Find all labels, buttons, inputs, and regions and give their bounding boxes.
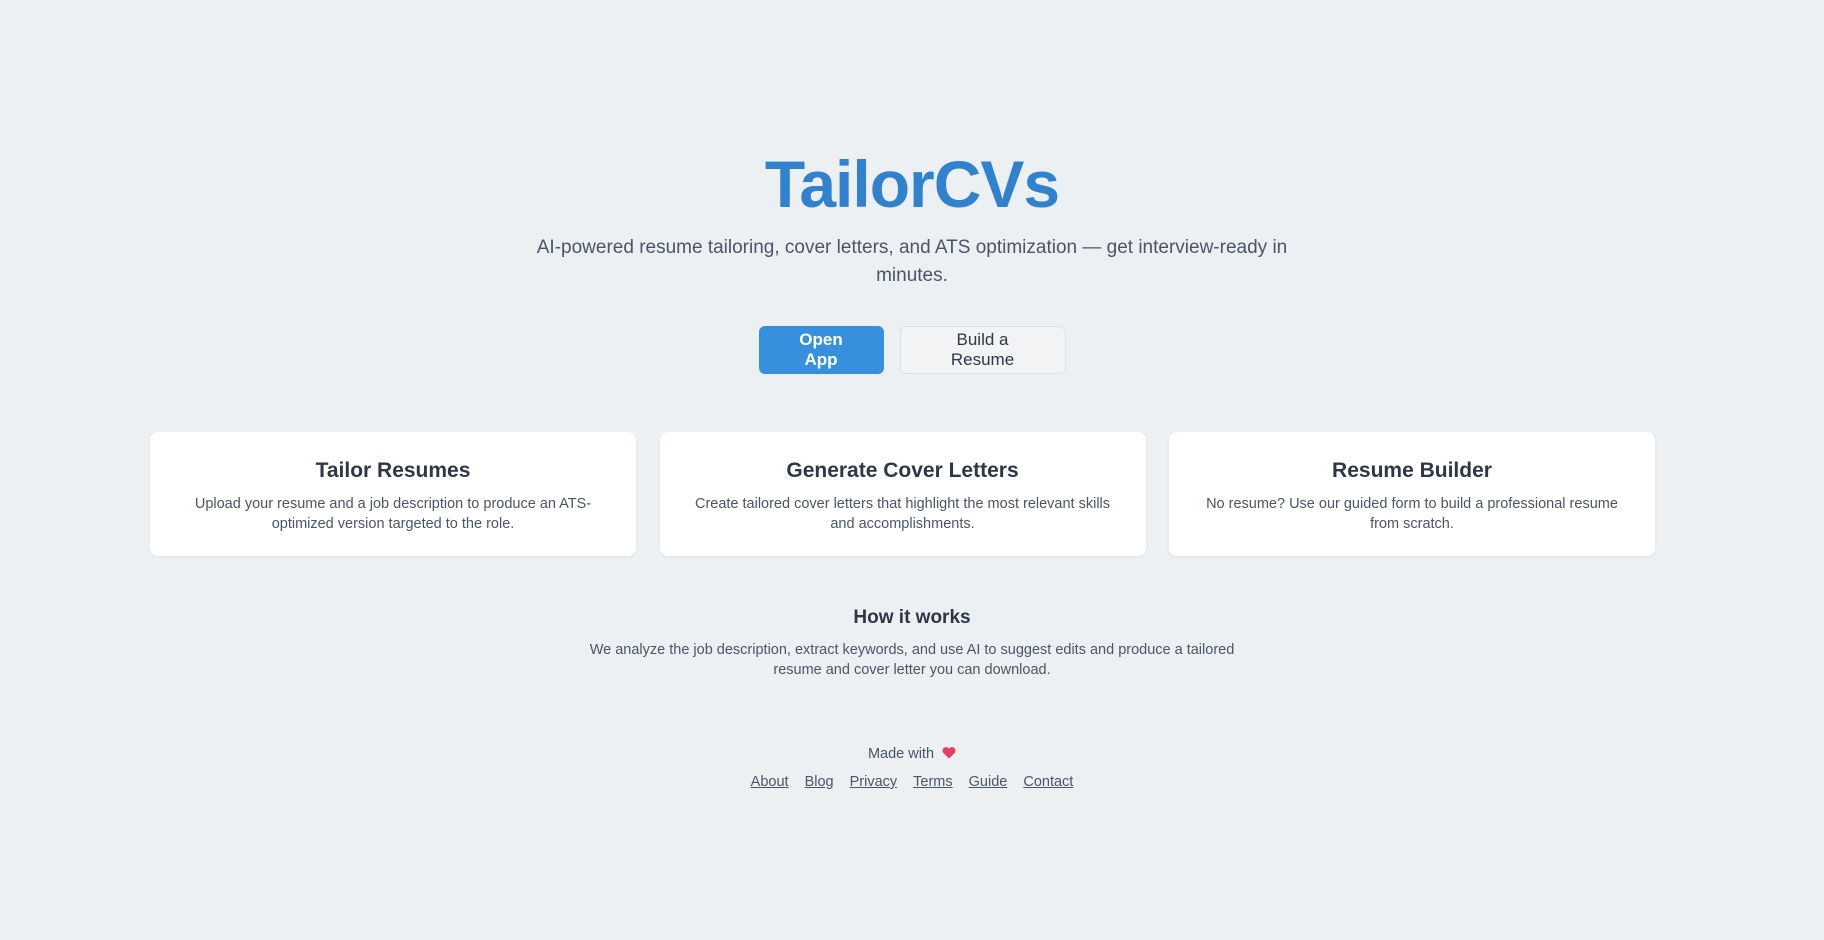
feature-card-description: Upload your resume and a job description… <box>194 496 592 532</box>
feature-card-title: Tailor Resumes <box>315 459 471 482</box>
hero-section: TailorCVs AI-powered resume tailoring, c… <box>0 148 1824 374</box>
feature-card-tailor-resumes: Tailor Resumes Upload your resume and a … <box>150 432 636 556</box>
feature-card-title: Generate Cover Letters <box>786 459 1019 482</box>
feature-card-description: No resume? Use our guided form to build … <box>1206 496 1618 532</box>
how-it-works-title: How it works <box>853 607 971 628</box>
build-resume-button[interactable]: Build a Resume <box>899 326 1066 374</box>
how-it-works-section: How it works We analyze the job descript… <box>0 606 1824 680</box>
made-with-text: Made with <box>867 746 935 762</box>
hero-subtitle: AI-powered resume tailoring, cover lette… <box>536 237 1288 286</box>
feature-card-cover-letters: Generate Cover Letters Create tailored c… <box>659 432 1146 556</box>
heart-icon <box>942 745 956 759</box>
made-with-line: Made with <box>0 744 1824 764</box>
footer-link-about[interactable]: About <box>751 772 789 792</box>
page-title: TailorCVs <box>764 147 1060 221</box>
open-app-button[interactable]: Open App <box>758 326 884 374</box>
feature-cards: Tailor Resumes Upload your resume and a … <box>150 432 1655 556</box>
feature-card-description: Create tailored cover letters that highl… <box>694 496 1111 532</box>
feature-card-resume-builder: Resume Builder No resume? Use our guided… <box>1169 432 1655 556</box>
how-it-works-description: We analyze the job description, extract … <box>589 642 1235 678</box>
feature-card-title: Resume Builder <box>1332 459 1492 482</box>
hero-actions: Open App Build a Resume <box>0 326 1824 374</box>
landing-page: TailorCVs AI-powered resume tailoring, c… <box>0 0 1824 940</box>
footer: Made with About Blog Privacy Terms Guide… <box>0 744 1824 792</box>
footer-links: About Blog Privacy Terms Guide Contact <box>0 772 1824 792</box>
footer-link-privacy[interactable]: Privacy <box>850 772 898 792</box>
footer-link-terms[interactable]: Terms <box>913 772 952 792</box>
footer-link-contact[interactable]: Contact <box>1023 772 1073 792</box>
footer-link-blog[interactable]: Blog <box>805 772 834 792</box>
footer-link-guide[interactable]: Guide <box>969 772 1008 792</box>
